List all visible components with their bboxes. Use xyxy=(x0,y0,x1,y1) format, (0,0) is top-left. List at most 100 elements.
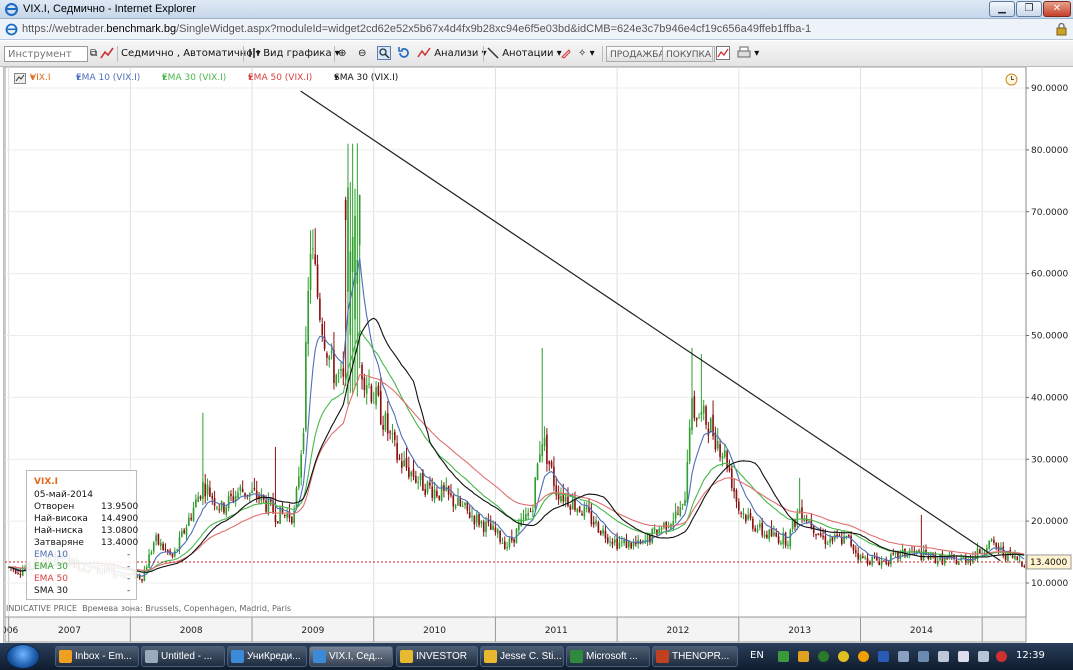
candle-body xyxy=(578,506,581,512)
network-icon[interactable] xyxy=(938,651,949,662)
bluetooth-icon[interactable] xyxy=(878,651,889,662)
candle-body xyxy=(883,560,885,562)
annotations-dropdown[interactable]: Анотации ▾ xyxy=(487,46,562,62)
period-dropdown[interactable]: Седмично , Автоматично ▾ xyxy=(121,46,261,62)
task-jesse[interactable]: Jesse C. Sti... xyxy=(480,646,564,667)
maximize-button[interactable]: ❐ xyxy=(1016,1,1042,17)
tray-icon-7[interactable] xyxy=(898,651,909,662)
candle-body xyxy=(852,544,855,551)
candle-body xyxy=(829,538,831,543)
candle-body xyxy=(152,542,155,552)
task-inbox[interactable]: Inbox - Em... xyxy=(55,646,139,667)
tray-icon-4[interactable] xyxy=(838,651,849,662)
notification-icon[interactable] xyxy=(996,651,1007,662)
chart-area[interactable]: 90.0000 80.0000 70.0000 60.0000 50.0000 40.00… xyxy=(3,67,1073,643)
candle-body xyxy=(459,498,462,506)
candle-body xyxy=(698,417,700,419)
candle-body xyxy=(627,541,630,548)
candle-body xyxy=(599,531,602,535)
info-ema10: EMA 10- xyxy=(34,550,131,560)
candle-body xyxy=(826,543,829,545)
candle-body xyxy=(988,540,991,550)
candle-body xyxy=(847,534,850,537)
candle-body xyxy=(405,457,408,468)
battery-icon[interactable] xyxy=(958,651,969,662)
candle-body xyxy=(663,522,665,528)
pdf-icon xyxy=(656,650,669,663)
candle-body xyxy=(869,562,871,565)
windows-taskbar: Inbox - Em... Untitled - ... УниКреди...… xyxy=(0,643,1073,670)
candle-body xyxy=(576,509,579,513)
volume-icon[interactable] xyxy=(978,651,989,662)
candle-body xyxy=(241,488,244,493)
address-bar[interactable]: https://webtrader.benchmark.bg/SingleWid… xyxy=(0,19,1073,40)
candle-body xyxy=(522,517,525,519)
task-unicredit[interactable]: УниКреди... xyxy=(227,646,307,667)
compare-icon[interactable] xyxy=(100,46,114,62)
candle-body xyxy=(283,515,286,517)
lock-icon[interactable] xyxy=(1056,22,1067,36)
candle-body xyxy=(363,377,366,391)
candle-body xyxy=(314,254,317,265)
task-microsoft[interactable]: Microsoft ... xyxy=(566,646,650,667)
start-button[interactable] xyxy=(6,644,40,669)
analysis-dropdown[interactable]: Анализи ▾ xyxy=(417,46,487,62)
clock-icon[interactable] xyxy=(1005,73,1018,86)
language-indicator[interactable]: EN xyxy=(750,650,764,661)
task-vix[interactable]: VIX.I, Сед... xyxy=(309,646,393,667)
zoom-fit-icon[interactable] xyxy=(377,46,391,62)
minimize-button[interactable]: ▁ xyxy=(989,1,1015,17)
candle-body xyxy=(335,374,338,386)
sell-button[interactable]: ПРОДАЖБА xyxy=(606,46,669,62)
y-tick-label: 90.0000 xyxy=(1031,84,1068,94)
candle-body xyxy=(433,489,436,500)
candle-body xyxy=(688,427,691,462)
tray-icon-5[interactable] xyxy=(858,651,869,662)
candle-body xyxy=(468,512,471,518)
tray-icon-8[interactable] xyxy=(918,651,929,662)
candle-body xyxy=(754,528,757,531)
taskbar-clock[interactable]: 12:39 xyxy=(1016,650,1045,661)
eraser-icon[interactable] xyxy=(559,46,571,62)
instrument-search-icon[interactable]: ⧉ xyxy=(90,46,97,62)
candle-body xyxy=(749,512,752,519)
crosshair-dropdown[interactable]: ✧ ▾ xyxy=(578,46,595,62)
candle-body xyxy=(485,521,487,532)
task-untitled[interactable]: Untitled - ... xyxy=(141,646,225,667)
candle-body xyxy=(176,549,178,551)
candle-body xyxy=(606,537,609,543)
candle-body xyxy=(812,525,815,534)
task-investor[interactable]: INVESTOR xyxy=(396,646,478,667)
candle-body xyxy=(789,529,792,547)
chart-type-dropdown[interactable]: Вид графика ▾ xyxy=(248,46,340,62)
buy-button[interactable]: ПОКУПКА xyxy=(662,46,716,62)
zoom-in-icon[interactable]: ⊕ xyxy=(338,46,346,62)
candle-body xyxy=(702,405,705,414)
candle-body xyxy=(471,515,473,517)
candle-body xyxy=(218,509,221,511)
candle-body xyxy=(1014,555,1016,560)
candle-body xyxy=(539,454,541,462)
candle-body xyxy=(337,372,340,374)
tray-icon-1[interactable] xyxy=(778,651,789,662)
candle-body xyxy=(192,507,195,521)
info-open: Отворен 13.9500 xyxy=(34,502,139,512)
chart-settings-icon[interactable] xyxy=(14,73,26,87)
instrument-input[interactable] xyxy=(4,46,88,62)
x-tick-label: 2014 xyxy=(910,626,933,636)
url-text[interactable]: https://webtrader.benchmark.bg/SingleWid… xyxy=(22,23,811,35)
candle-body xyxy=(227,495,230,509)
reset-icon[interactable] xyxy=(397,46,411,62)
price-chart[interactable]: 90.0000 80.0000 70.0000 60.0000 50.0000 40.00… xyxy=(4,67,1073,643)
close-button[interactable]: ✕ xyxy=(1043,1,1071,17)
tray-icon-2[interactable] xyxy=(798,651,809,662)
tray-icon-3[interactable] xyxy=(818,651,829,662)
zoom-out-icon[interactable]: ⊖ xyxy=(358,46,366,62)
candle-body xyxy=(473,516,476,525)
print-dropdown[interactable]: ▾ xyxy=(737,46,759,62)
candle-body xyxy=(815,534,817,536)
task-thenopr[interactable]: THENOPR... xyxy=(652,646,738,667)
candle-body xyxy=(518,524,520,531)
chart-export-icon[interactable] xyxy=(716,46,730,62)
system-tray: EN 12:39 xyxy=(742,643,1073,670)
